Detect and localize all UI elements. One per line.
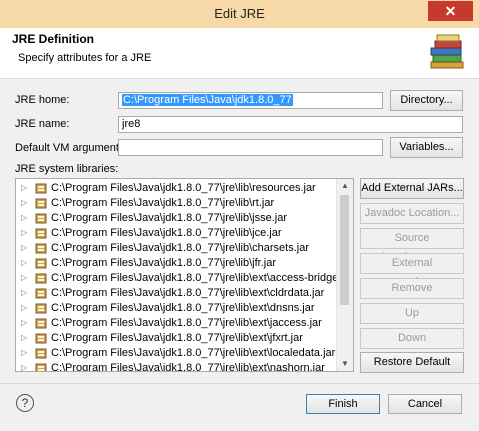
variables-button[interactable]: Variables...	[390, 137, 463, 158]
library-path: C:\Program Files\Java\jdk1.8.0_77\jre\li…	[51, 302, 315, 314]
library-path: C:\Program Files\Java\jdk1.8.0_77\jre\li…	[51, 197, 275, 209]
library-row[interactable]: ▷ C:\Program Files\Java\jdk1.8.0_77\jre\l…	[16, 271, 353, 286]
library-path: C:\Program Files\Java\jdk1.8.0_77\jre\li…	[51, 362, 325, 372]
jre-name-label: JRE name:	[15, 118, 70, 130]
jar-icon	[35, 198, 47, 209]
jar-icon	[35, 243, 47, 254]
expand-triangle-icon[interactable]: ▷	[21, 273, 27, 282]
dialog-header: JRE Definition Specify attributes for a …	[0, 28, 479, 79]
library-row[interactable]: ▷ C:\Program Files\Java\jdk1.8.0_77\jre\l…	[16, 286, 353, 301]
vertical-scrollbar[interactable]: ▲ ▼	[336, 179, 353, 371]
cancel-button[interactable]: Cancel	[388, 394, 462, 414]
library-row[interactable]: ▷ C:\Program Files\Java\jdk1.8.0_77\jre\l…	[16, 226, 353, 241]
jar-icon	[35, 273, 47, 284]
expand-triangle-icon[interactable]: ▷	[21, 228, 27, 237]
library-row[interactable]: ▷ C:\Program Files\Java\jdk1.8.0_77\jre\l…	[16, 256, 353, 271]
jre-name-field[interactable]: jre8	[118, 116, 463, 133]
jre-home-label: JRE home:	[15, 94, 70, 106]
restore-default-button[interactable]: Restore Default	[360, 352, 464, 373]
external-annotations-button[interactable]: External annotations...	[360, 253, 464, 288]
jar-icon	[35, 318, 47, 329]
help-icon[interactable]: ?	[16, 394, 34, 412]
expand-triangle-icon[interactable]: ▷	[21, 303, 27, 312]
expand-triangle-icon[interactable]: ▷	[21, 333, 27, 342]
expand-triangle-icon[interactable]: ▷	[21, 258, 27, 267]
jar-icon	[35, 363, 47, 371]
javadoc-location-button[interactable]: Javadoc Location...	[360, 203, 464, 224]
library-path: C:\Program Files\Java\jdk1.8.0_77\jre\li…	[51, 212, 287, 224]
jar-icon	[35, 258, 47, 269]
library-row[interactable]: ▷ C:\Program Files\Java\jdk1.8.0_77\jre\l…	[16, 181, 353, 196]
library-path: C:\Program Files\Java\jdk1.8.0_77\jre\li…	[51, 182, 316, 194]
jar-icon	[35, 348, 47, 359]
library-path: C:\Program Files\Java\jdk1.8.0_77\jre\li…	[51, 332, 303, 344]
expand-triangle-icon[interactable]: ▷	[21, 213, 27, 222]
jar-icon	[35, 303, 47, 314]
jar-icon	[35, 213, 47, 224]
source-attachment-button[interactable]: Source Attachment...	[360, 228, 464, 263]
expand-triangle-icon[interactable]: ▷	[21, 363, 27, 371]
library-path: C:\Program Files\Java\jdk1.8.0_77\jre\li…	[51, 272, 354, 284]
header-subtitle: Specify attributes for a JRE	[18, 52, 152, 64]
window-title: Edit JRE	[214, 6, 265, 21]
edit-jre-dialog: Edit JRE ✕ JRE Definition Specify attrib…	[0, 0, 479, 431]
library-row[interactable]: ▷ C:\Program Files\Java\jdk1.8.0_77\jre\l…	[16, 331, 353, 346]
vm-args-label: Default VM arguments:	[15, 142, 128, 154]
library-path: C:\Program Files\Java\jdk1.8.0_77\jre\li…	[51, 227, 282, 239]
jar-icon	[35, 333, 47, 344]
scroll-down-icon[interactable]: ▼	[337, 357, 353, 371]
expand-triangle-icon[interactable]: ▷	[21, 183, 27, 192]
library-row[interactable]: ▷ C:\Program Files\Java\jdk1.8.0_77\jre\l…	[16, 346, 353, 361]
scroll-up-icon[interactable]: ▲	[337, 179, 353, 193]
title-bar: Edit JRE ✕	[0, 0, 479, 28]
close-icon[interactable]: ✕	[428, 1, 473, 21]
header-title: JRE Definition	[12, 32, 95, 46]
remove-button[interactable]: Remove	[360, 278, 464, 299]
jar-icon	[35, 228, 47, 239]
up-button[interactable]: Up	[360, 303, 464, 324]
scrollbar-thumb[interactable]	[340, 195, 349, 305]
library-path: C:\Program Files\Java\jdk1.8.0_77\jre\li…	[51, 347, 336, 359]
library-row[interactable]: ▷ C:\Program Files\Java\jdk1.8.0_77\jre\l…	[16, 316, 353, 331]
footer-separator	[0, 383, 479, 384]
library-path: C:\Program Files\Java\jdk1.8.0_77\jre\li…	[51, 317, 322, 329]
library-row[interactable]: ▷ C:\Program Files\Java\jdk1.8.0_77\jre\l…	[16, 241, 353, 256]
add-external-jars-button[interactable]: Add External JARs...	[360, 178, 464, 199]
library-path: C:\Program Files\Java\jdk1.8.0_77\jre\li…	[51, 242, 309, 254]
jar-icon	[35, 183, 47, 194]
library-row[interactable]: ▷ C:\Program Files\Java\jdk1.8.0_77\jre\l…	[16, 361, 353, 372]
expand-triangle-icon[interactable]: ▷	[21, 318, 27, 327]
library-row[interactable]: ▷ C:\Program Files\Java\jdk1.8.0_77\jre\l…	[16, 301, 353, 316]
library-path: C:\Program Files\Java\jdk1.8.0_77\jre\li…	[51, 287, 325, 299]
library-row[interactable]: ▷ C:\Program Files\Java\jdk1.8.0_77\jre\l…	[16, 211, 353, 226]
expand-triangle-icon[interactable]: ▷	[21, 198, 27, 207]
finish-button[interactable]: Finish	[306, 394, 380, 414]
directory-button[interactable]: Directory...	[390, 90, 463, 111]
library-list: ▷ C:\Program Files\Java\jdk1.8.0_77\jre\l…	[16, 181, 353, 372]
books-icon	[430, 34, 464, 69]
expand-triangle-icon[interactable]: ▷	[21, 243, 27, 252]
jar-icon	[35, 288, 47, 299]
vm-args-field[interactable]	[118, 139, 383, 156]
library-row[interactable]: ▷ C:\Program Files\Java\jdk1.8.0_77\jre\l…	[16, 196, 353, 211]
expand-triangle-icon[interactable]: ▷	[21, 288, 27, 297]
jre-home-field[interactable]: C:\Program Files\Java\jdk1.8.0_77	[118, 92, 383, 109]
libraries-tree[interactable]: ▷ C:\Program Files\Java\jdk1.8.0_77\jre\l…	[15, 178, 354, 372]
down-button[interactable]: Down	[360, 328, 464, 349]
jre-home-value: C:\Program Files\Java\jdk1.8.0_77	[122, 94, 293, 106]
expand-triangle-icon[interactable]: ▷	[21, 348, 27, 357]
library-path: C:\Program Files\Java\jdk1.8.0_77\jre\li…	[51, 257, 276, 269]
libraries-label: JRE system libraries:	[15, 163, 119, 175]
